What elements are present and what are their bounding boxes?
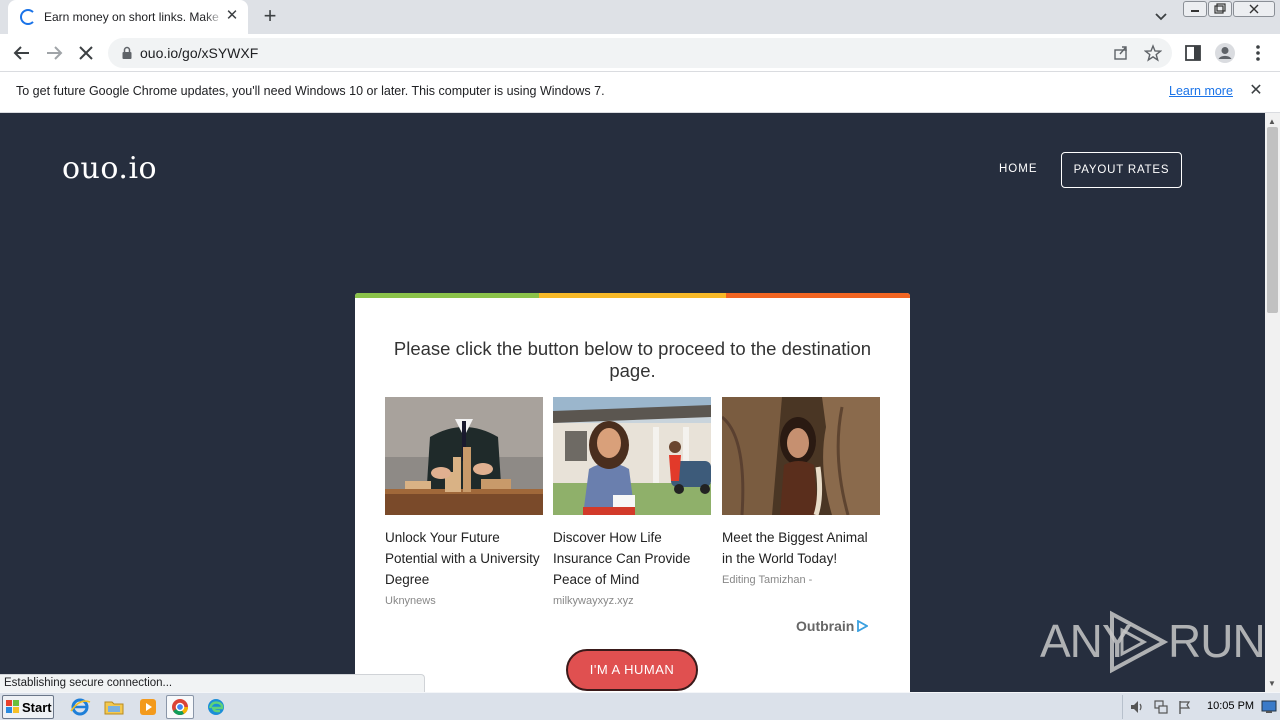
recommendation-title[interactable]: Unlock Your Future Potential with a Univ…	[385, 527, 543, 590]
status-bubble: Establishing secure connection...	[0, 674, 425, 692]
recommendation-thumbnail[interactable]	[385, 397, 543, 515]
outbrain-wordmark: Outbrain	[796, 618, 855, 634]
new-tab-button[interactable]: +	[258, 5, 282, 29]
page-content: ouo.io HOME PAYOUT RATES Please click th…	[0, 113, 1265, 692]
recommendation-item[interactable]: Unlock Your Future Potential with a Univ…	[385, 397, 543, 607]
im-a-human-button[interactable]: I'M A HUMAN	[566, 649, 698, 691]
start-button[interactable]: Start	[2, 695, 54, 719]
bookmark-star-icon[interactable]	[1143, 44, 1163, 62]
network-icon[interactable]	[1153, 699, 1169, 715]
action-center-flag-icon[interactable]	[1177, 699, 1193, 715]
nav-home-link[interactable]: HOME	[999, 163, 1038, 175]
tab-close-icon[interactable]: ✕	[224, 8, 240, 24]
outbrain-adchoices-icon	[857, 620, 869, 632]
side-panel-icon[interactable]	[1182, 42, 1204, 64]
card-accent-yellow	[539, 293, 726, 298]
taskbar-clock[interactable]: 10:05 PM	[1207, 700, 1254, 712]
watermark-run: RUN	[1168, 615, 1266, 667]
stop-loading-icon[interactable]	[74, 41, 98, 65]
window-restore-button[interactable]	[1208, 1, 1232, 17]
recommendation-item[interactable]: Meet the Biggest Animal in the World Tod…	[722, 397, 880, 586]
windows-logo-icon	[6, 700, 19, 713]
proceed-card: Please click the button below to proceed…	[355, 293, 910, 692]
browser-toolbar	[0, 34, 1280, 72]
window-minimize-button[interactable]	[1183, 1, 1207, 17]
loading-spinner-icon	[20, 9, 36, 25]
internet-explorer-icon[interactable]	[68, 696, 92, 718]
scroll-up-icon[interactable]: ▲	[1268, 117, 1276, 126]
system-tray: 10:05 PM	[1122, 695, 1280, 719]
browser-tab[interactable]: Earn money on short links. Make short li…	[8, 0, 248, 34]
tab-title: Earn money on short links. Make short li…	[44, 10, 220, 24]
forward-arrow-icon[interactable]	[42, 41, 66, 65]
recommendation-title[interactable]: Discover How Life Insurance Can Provide …	[553, 527, 711, 590]
learn-more-link[interactable]: Learn more	[1169, 84, 1233, 98]
file-explorer-icon[interactable]	[102, 696, 126, 718]
recommendation-source: milkywayxyz.xyz	[553, 595, 634, 607]
recommendation-thumbnail[interactable]	[553, 397, 711, 515]
profile-avatar-icon[interactable]	[1214, 42, 1236, 64]
recommendation-thumbnail[interactable]	[722, 397, 880, 515]
recommendation-item[interactable]: Discover How Life Insurance Can Provide …	[553, 397, 711, 607]
recommendation-source: Editing Tamizhan -	[722, 574, 813, 586]
share-icon[interactable]	[1112, 44, 1130, 62]
tab-search-icon[interactable]	[1150, 6, 1172, 28]
card-accent-green	[355, 293, 539, 298]
chrome-taskbar-icon[interactable]	[166, 695, 194, 719]
url-input[interactable]	[140, 43, 1040, 63]
card-accent-orange	[726, 293, 910, 298]
show-desktop-icon[interactable]	[1261, 700, 1277, 714]
tab-title-fade	[204, 6, 224, 28]
infobar-close-icon[interactable]: ✕	[1248, 83, 1264, 99]
tab-strip: Earn money on short links. Make short li…	[0, 0, 1280, 34]
recommendation-title[interactable]: Meet the Biggest Animal in the World Tod…	[722, 527, 880, 569]
media-player-icon[interactable]	[136, 696, 160, 718]
update-infobar: To get future Google Chrome updates, you…	[0, 72, 1280, 113]
site-logo[interactable]: ouo.io	[62, 151, 157, 186]
page-scrollbar[interactable]: ▲ ▼	[1265, 113, 1280, 692]
start-label: Start	[22, 700, 52, 715]
card-heading: Please click the button below to proceed…	[393, 338, 872, 381]
outbrain-logo[interactable]: Outbrain	[796, 618, 869, 634]
address-bar[interactable]	[108, 38, 1172, 68]
infobar-message: To get future Google Chrome updates, you…	[16, 84, 605, 98]
payout-rates-button[interactable]: PAYOUT RATES	[1061, 152, 1182, 188]
edge-icon[interactable]	[204, 696, 228, 718]
back-arrow-icon[interactable]	[10, 41, 34, 65]
scroll-thumb[interactable]	[1267, 127, 1278, 313]
watermark-play-icon	[1110, 610, 1169, 674]
scroll-down-icon[interactable]: ▼	[1268, 679, 1276, 688]
volume-icon[interactable]	[1129, 699, 1145, 715]
window-close-button[interactable]	[1233, 1, 1275, 17]
recommendation-source: Uknynews	[385, 595, 436, 607]
more-menu-icon[interactable]	[1247, 42, 1269, 64]
windows-taskbar: Start 10:05 PM	[0, 692, 1280, 720]
lock-icon[interactable]	[120, 46, 134, 60]
